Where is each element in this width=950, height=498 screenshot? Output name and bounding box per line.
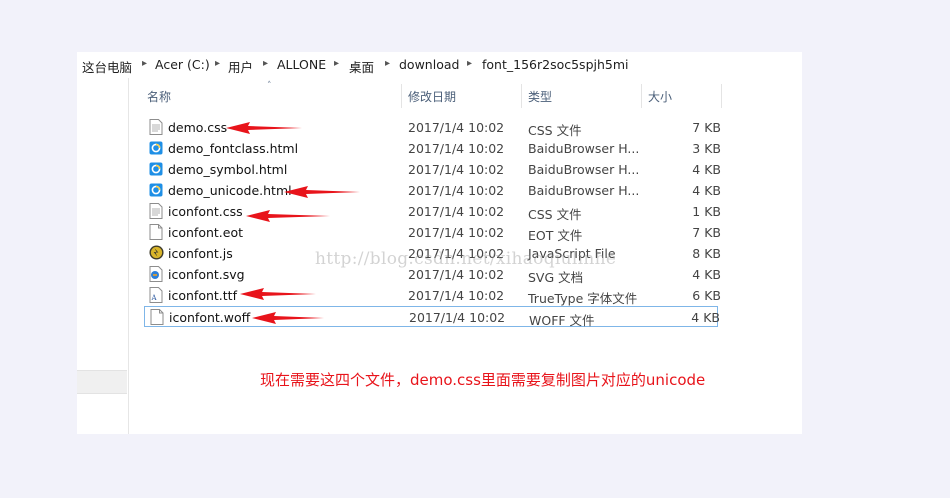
blank-file-icon — [149, 224, 163, 240]
browser-html-icon — [149, 182, 163, 198]
breadcrumb-item-current-folder[interactable]: font_156r2soc5spjh5mi — [482, 57, 629, 72]
css-file-icon — [149, 203, 163, 219]
file-modified-date: 2017/1/4 10:02 — [408, 204, 505, 219]
column-header-size[interactable]: 大小 — [648, 88, 672, 105]
column-divider[interactable] — [721, 84, 722, 108]
file-row[interactable]: demo.css 2017/1/4 10:02 CSS 文件 7 KB — [144, 117, 721, 138]
breadcrumb-item-this-pc[interactable]: 这台电脑 — [82, 57, 132, 76]
file-name: iconfont.svg — [168, 267, 245, 282]
svg-text:A: A — [151, 294, 158, 302]
navigation-pane[interactable] — [77, 78, 129, 434]
file-size: 4 KB — [692, 183, 721, 198]
column-divider[interactable] — [641, 84, 642, 108]
file-row[interactable]: iconfont.woff 2017/1/4 10:02 WOFF 文件 4 KB — [144, 306, 720, 328]
chevron-right-icon[interactable]: ▸ — [467, 58, 472, 69]
file-size: 1 KB — [692, 204, 721, 219]
file-explorer: ˄ 名称 修改日期 类型 大小 demo.css 2017/1/4 10:02 CS… — [77, 78, 802, 434]
chevron-right-icon[interactable]: ▸ — [142, 58, 147, 69]
breadcrumb-item-user[interactable]: ALLONE — [277, 57, 326, 72]
file-name: demo_fontclass.html — [168, 141, 299, 156]
font-file-icon: A — [149, 287, 163, 303]
file-size: 7 KB — [692, 225, 721, 240]
file-row[interactable]: demo_fontclass.html 2017/1/4 10:02 BaiduBr… — [144, 138, 721, 159]
file-size: 4 KB — [692, 267, 721, 282]
file-type: WOFF 文件 — [529, 313, 595, 328]
file-type: CSS 文件 — [528, 123, 582, 138]
file-modified-date: 2017/1/4 10:02 — [409, 310, 506, 325]
file-size: 4 KB — [692, 162, 721, 177]
breadcrumb-item-desktop[interactable]: 桌面 — [349, 57, 374, 76]
column-header-date[interactable]: 修改日期 — [408, 88, 456, 105]
browser-html-icon — [149, 140, 163, 156]
file-modified-date: 2017/1/4 10:02 — [408, 120, 505, 135]
file-type: BaiduBrowser H... — [528, 162, 640, 177]
file-size: 4 KB — [691, 310, 720, 325]
file-name: iconfont.woff — [169, 310, 251, 325]
file-type: TrueType 字体文件 — [528, 291, 638, 306]
file-size: 8 KB — [692, 246, 721, 261]
file-size: 7 KB — [692, 120, 721, 135]
column-divider[interactable] — [521, 84, 522, 108]
file-type: SVG 文档 — [528, 270, 584, 285]
browser-html-icon — [149, 161, 163, 177]
file-name: demo.css — [168, 120, 228, 135]
column-divider[interactable] — [401, 84, 402, 108]
file-modified-date: 2017/1/4 10:02 — [408, 225, 505, 240]
annotation-text: 现在需要这四个文件，demo.css里面需要复制图片对应的unicode — [260, 371, 706, 389]
chevron-right-icon[interactable]: ▸ — [334, 58, 339, 69]
navigation-pane-selected-item[interactable] — [77, 370, 127, 394]
sort-ascending-icon: ˄ — [267, 81, 272, 91]
file-type: EOT 文件 — [528, 228, 583, 243]
column-header-type[interactable]: 类型 — [528, 88, 552, 105]
chevron-right-icon[interactable]: ▸ — [263, 58, 268, 69]
breadcrumb-item-users[interactable]: 用户 — [228, 57, 253, 76]
file-type: BaiduBrowser H... — [528, 141, 640, 156]
watermark: http://blog.csdn.net/xihaoqiulinhe — [315, 249, 617, 269]
file-modified-date: 2017/1/4 10:02 — [408, 162, 505, 177]
breadcrumb-item-drive[interactable]: Acer (C:) — [155, 57, 210, 72]
file-modified-date: 2017/1/4 10:02 — [408, 183, 505, 198]
file-row[interactable]: demo_unicode.html 2017/1/4 10:02 BaiduBrow… — [144, 180, 721, 201]
chevron-right-icon[interactable]: ▸ — [215, 58, 220, 69]
file-type: CSS 文件 — [528, 207, 582, 222]
file-type: BaiduBrowser H... — [528, 183, 640, 198]
file-row[interactable]: demo_symbol.html 2017/1/4 10:02 BaiduBrows… — [144, 159, 721, 180]
file-name: iconfont.js — [168, 246, 233, 261]
file-modified-date: 2017/1/4 10:02 — [408, 288, 505, 303]
breadcrumb-item-download[interactable]: download — [399, 57, 459, 72]
css-file-icon — [149, 119, 163, 135]
file-size: 6 KB — [692, 288, 721, 303]
file-name: demo_unicode.html — [168, 183, 292, 198]
file-row[interactable]: iconfont.eot 2017/1/4 10:02 EOT 文件 7 KB — [144, 222, 721, 243]
file-row[interactable]: iconfont.css 2017/1/4 10:02 CSS 文件 1 KB — [144, 201, 721, 222]
file-name: demo_symbol.html — [168, 162, 288, 177]
file-name: iconfont.css — [168, 204, 243, 219]
file-row[interactable]: Aiconfont.ttf 2017/1/4 10:02 TrueType 字体文件… — [144, 285, 721, 306]
column-header-name[interactable]: 名称 — [147, 88, 171, 105]
file-name: iconfont.eot — [168, 225, 243, 240]
breadcrumb: 这台电脑 ▸ Acer (C:) ▸ 用户 ▸ ALLONE ▸ 桌面 ▸ do… — [77, 52, 802, 78]
file-modified-date: 2017/1/4 10:02 — [408, 141, 505, 156]
file-modified-date: 2017/1/4 10:02 — [408, 267, 505, 282]
chevron-right-icon[interactable]: ▸ — [385, 58, 390, 69]
svg-file-icon — [149, 266, 163, 282]
blank-file-icon — [150, 309, 164, 325]
javascript-file-icon — [149, 245, 164, 261]
file-name: iconfont.ttf — [168, 288, 237, 303]
file-size: 3 KB — [692, 141, 721, 156]
